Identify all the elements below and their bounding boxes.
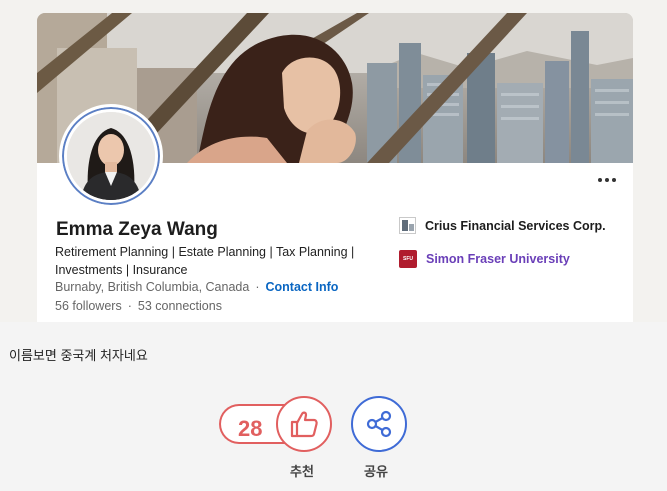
profile-name: Emma Zeya Wang xyxy=(56,219,218,240)
profile-headline: Retirement Planning | Estate Planning | … xyxy=(55,245,355,277)
more-icon-dot xyxy=(612,178,616,182)
company-link[interactable]: Crius Financial Services Corp. xyxy=(399,217,606,234)
company-name: Crius Financial Services Corp. xyxy=(425,218,606,233)
avatar-photo xyxy=(67,112,155,200)
company-logo-icon xyxy=(399,217,416,234)
school-name: Simon Fraser University xyxy=(426,252,570,266)
separator: · xyxy=(255,280,260,294)
thumbs-up-icon xyxy=(290,411,318,438)
profile-location-row: Burnaby, British Columbia, Canada · Contac… xyxy=(55,280,338,294)
recommend-label: 추천 xyxy=(290,464,314,479)
share-icon xyxy=(366,410,392,438)
more-options-button[interactable] xyxy=(592,168,622,192)
post-body-text: 이름보면 중국계 처자네요 xyxy=(9,348,148,363)
separator: · xyxy=(127,299,132,313)
school-link[interactable]: SFU Simon Fraser University xyxy=(399,250,570,268)
share-button[interactable] xyxy=(351,396,407,452)
profile-card: Emma Zeya Wang Retirement Planning | Est… xyxy=(37,13,633,322)
more-icon-dot xyxy=(605,178,609,182)
recommend-button[interactable] xyxy=(276,396,332,452)
profile-avatar[interactable] xyxy=(59,104,163,208)
followers-count[interactable]: 56 followers xyxy=(55,299,122,313)
contact-info-link[interactable]: Contact Info xyxy=(265,280,338,294)
more-icon-dot xyxy=(598,178,602,182)
connections-count[interactable]: 53 connections xyxy=(138,299,222,313)
profile-network-row: 56 followers · 53 connections xyxy=(55,299,222,313)
profile-location: Burnaby, British Columbia, Canada xyxy=(55,280,250,294)
school-logo-icon: SFU xyxy=(399,250,417,268)
share-label: 공유 xyxy=(364,464,388,479)
linkedin-screenshot: Emma Zeya Wang Retirement Planning | Est… xyxy=(0,0,667,322)
recommend-count: 28 xyxy=(238,416,263,441)
